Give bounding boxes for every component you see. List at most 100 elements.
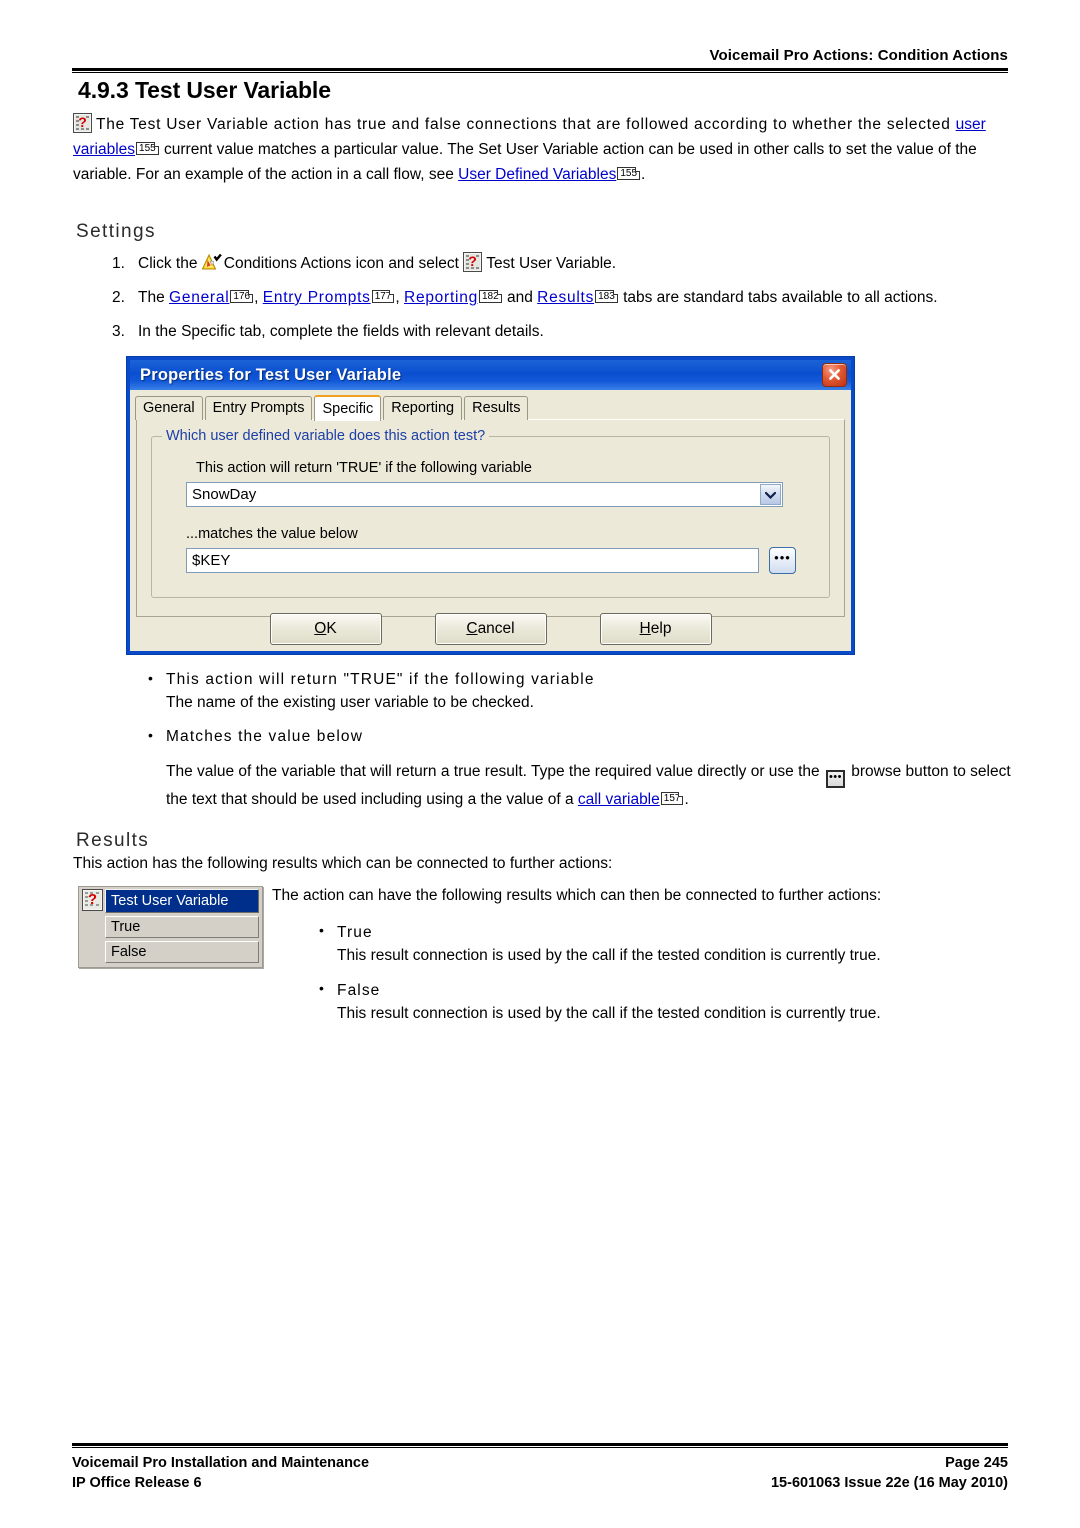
page-ref-157: 157 xyxy=(660,792,684,805)
svg-text:?: ? xyxy=(78,114,87,130)
matches-value-text: $KEY xyxy=(192,552,231,569)
close-icon[interactable] xyxy=(822,363,847,387)
link-tab-general[interactable]: General xyxy=(169,289,229,306)
page-header: Voicemail Pro Actions: Condition Actions xyxy=(72,48,1008,73)
test-user-variable-icon: ? xyxy=(73,113,92,133)
svg-text:?: ? xyxy=(88,891,97,908)
header-title: Voicemail Pro Actions: Condition Actions xyxy=(709,47,1008,64)
field-help-body-2-pre: The value of the variable that will retu… xyxy=(166,763,824,780)
node-header: ? Test User Variable xyxy=(82,889,259,913)
field-help-title-2: Matches the value below xyxy=(166,728,364,745)
node-title[interactable]: Test User Variable xyxy=(105,889,259,913)
help-button[interactable]: Help xyxy=(599,613,712,645)
ok-rest: K xyxy=(326,620,337,637)
dialog-tabstrip: General Entry Prompts Specific Reporting… xyxy=(135,395,851,421)
tab-general[interactable]: General xyxy=(135,396,203,420)
svg-text:?: ? xyxy=(469,253,478,269)
field-help-title-1: This action will return "TRUE" if the fo… xyxy=(166,671,595,688)
node-row-true[interactable]: True xyxy=(105,916,259,938)
dialog-button-row: OK Cancel Help xyxy=(130,613,851,645)
field-help-body-2-post: . xyxy=(684,791,689,808)
step-3-number: 3. xyxy=(112,323,125,340)
browse-ellipsis-dots: ••• xyxy=(828,771,842,783)
tab-reporting[interactable]: Reporting xyxy=(383,396,463,420)
tab-entry-prompts[interactable]: Entry Prompts xyxy=(204,396,313,420)
step-1-post: Test User Variable. xyxy=(486,255,617,272)
step-2-pre: The xyxy=(138,289,170,306)
field-help-item-2: Matches the value below The value of the… xyxy=(146,724,1012,811)
matches-field-label: ...matches the value below xyxy=(186,526,358,542)
intro-text-1: The Test User Variable action has true a… xyxy=(96,116,956,133)
results-item-true-label: True xyxy=(337,924,373,941)
dialog-titlebar: Properties for Test User Variable xyxy=(130,360,851,390)
settings-steps: 1. Click the Conditions Actions icon and… xyxy=(112,252,1012,354)
help-rest: elp xyxy=(650,620,672,637)
sep-0: , xyxy=(254,289,263,306)
results-item-true: True This result connection is used by t… xyxy=(317,919,1012,967)
results-body-intro: The action can have the following result… xyxy=(272,887,882,904)
page-ref-183: 183 xyxy=(595,290,618,303)
groupbox-label: Which user defined variable does this ac… xyxy=(162,428,490,444)
dialog-tabpane-specific: Which user defined variable does this ac… xyxy=(136,419,845,617)
footer-row-top: Voicemail Pro Installation and Maintenan… xyxy=(72,1453,1008,1473)
field-help-item-1: This action will return "TRUE" if the fo… xyxy=(146,667,1012,714)
step-1-mid: Conditions Actions icon and select xyxy=(223,255,464,272)
footer-left-bottom: IP Office Release 6 xyxy=(72,1475,202,1491)
matches-value-input[interactable]: $KEY xyxy=(186,548,759,573)
node-row-false[interactable]: False xyxy=(105,941,259,963)
step-1-number: 1. xyxy=(112,255,125,272)
page-ref-155a: 155 xyxy=(136,142,159,155)
results-item-false-label: False xyxy=(337,982,381,999)
browse-button[interactable]: ••• xyxy=(769,547,796,574)
chevron-down-icon[interactable] xyxy=(760,484,781,505)
intro-text-3: . xyxy=(641,166,646,183)
results-item-false: False This result connection is used by … xyxy=(317,977,1012,1025)
header-rule xyxy=(72,68,1008,73)
browse-ellipsis-icon: ••• xyxy=(825,770,845,788)
test-user-variable-node-icon: ? xyxy=(82,889,103,911)
page-ref-155b: 155 xyxy=(617,167,641,180)
tab-results[interactable]: Results xyxy=(464,396,529,420)
ok-accel: O xyxy=(314,620,327,637)
field-help-body-1: The name of the existing user variable t… xyxy=(166,694,534,711)
properties-dialog: Properties for Test User Variable Genera… xyxy=(127,357,854,654)
variable-groupbox: Which user defined variable does this ac… xyxy=(151,428,830,598)
link-tab-results[interactable]: Results xyxy=(537,289,594,306)
link-tab-reporting[interactable]: Reporting xyxy=(404,289,478,306)
ellipsis-icon: ••• xyxy=(774,550,791,565)
conditions-actions-icon xyxy=(201,252,224,273)
results-description: The action can have the following result… xyxy=(272,884,1012,1037)
page-ref-182: 182 xyxy=(478,290,502,303)
results-intro: This action has the following results wh… xyxy=(73,855,613,872)
page-footer: Voicemail Pro Installation and Maintenan… xyxy=(72,1443,1008,1493)
step-1-pre: Click the xyxy=(138,255,202,272)
link-call-variable[interactable]: call variable xyxy=(578,791,660,808)
ok-button[interactable]: OK xyxy=(269,613,382,645)
footer-left-top: Voicemail Pro Installation and Maintenan… xyxy=(72,1455,370,1471)
variable-combobox[interactable]: SnowDay xyxy=(186,482,783,507)
variable-field-label: This action will return 'TRUE' if the fo… xyxy=(196,460,532,476)
results-heading: Results xyxy=(76,830,150,851)
dialog-title: Properties for Test User Variable xyxy=(140,365,402,384)
results-item-false-text: This result connection is used by the ca… xyxy=(337,1005,881,1022)
link-tab-entry-prompts[interactable]: Entry Prompts xyxy=(263,289,371,306)
sep-1: , xyxy=(395,289,404,306)
intro-paragraph: ? The Test User Variable action has true… xyxy=(73,112,1013,187)
link-user-defined-variables[interactable]: User Defined Variables xyxy=(458,166,616,183)
variable-combobox-value: SnowDay xyxy=(192,486,257,503)
tab-specific[interactable]: Specific xyxy=(314,395,382,421)
field-help-body-2: The value of the variable that will retu… xyxy=(166,760,1012,811)
cancel-button[interactable]: Cancel xyxy=(434,613,547,645)
footer-right-top: Page 245 xyxy=(945,1455,1008,1471)
step-2-post: tabs are standard tabs available to all … xyxy=(618,289,938,306)
settings-heading: Settings xyxy=(76,221,156,242)
step-2-number: 2. xyxy=(112,289,125,306)
page-title: 4.9.3 Test User Variable xyxy=(78,77,331,103)
field-help-list: This action will return "TRUE" if the fo… xyxy=(146,667,1012,822)
step-1: 1. Click the Conditions Actions icon and… xyxy=(112,252,1012,275)
page-ref-177: 177 xyxy=(371,290,395,303)
cancel-accel: C xyxy=(466,620,478,637)
step-3-text: In the Specific tab, complete the fields… xyxy=(138,323,544,340)
footer-rule xyxy=(72,1443,1008,1448)
document-page: Voicemail Pro Actions: Condition Actions… xyxy=(0,0,1080,1528)
